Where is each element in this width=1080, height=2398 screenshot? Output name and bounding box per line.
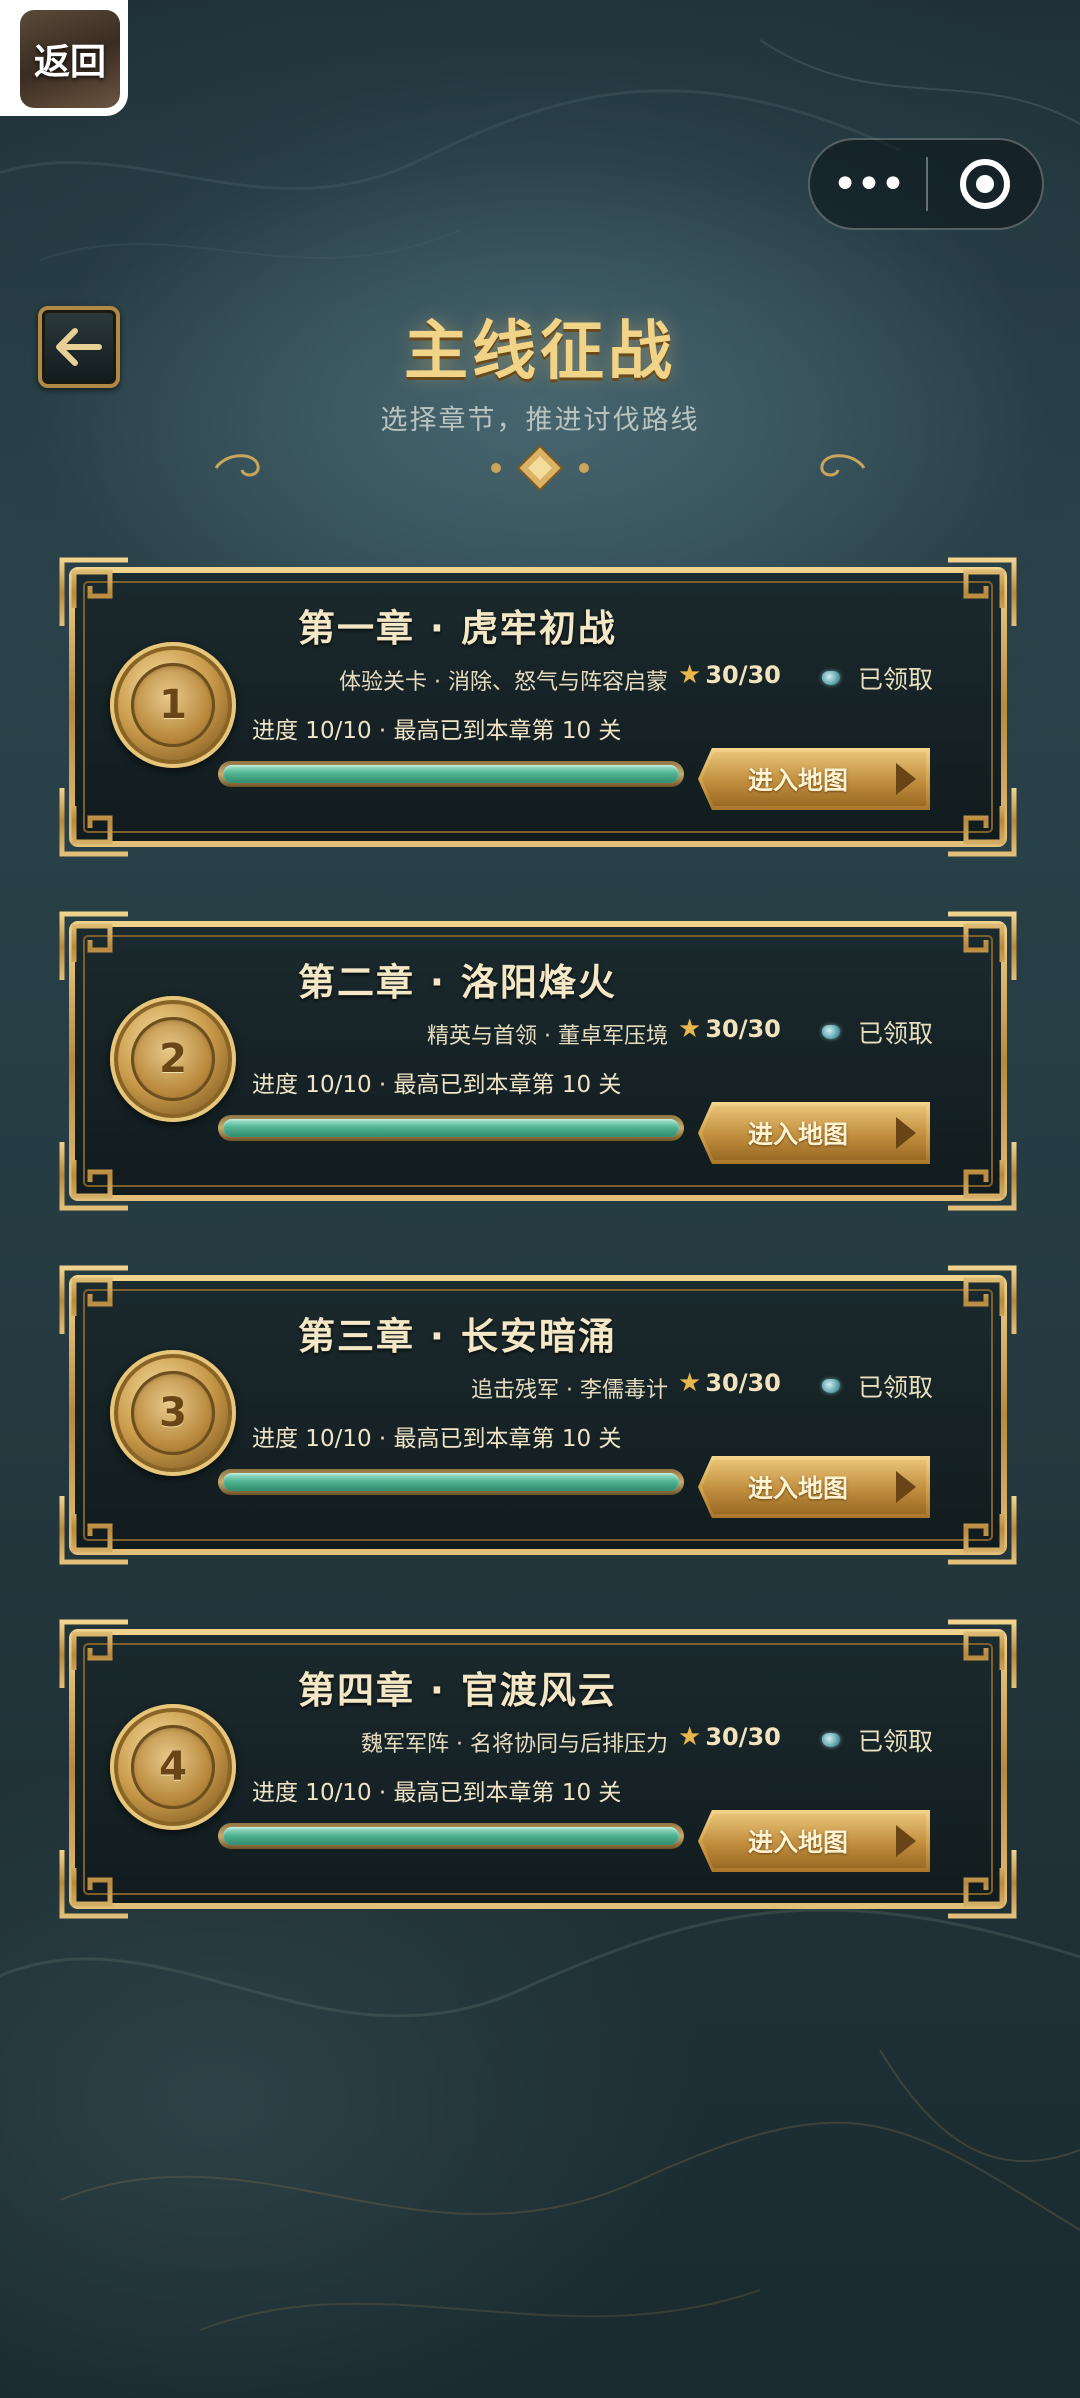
enter-map-button[interactable]: 进入地图 bbox=[698, 748, 930, 810]
chapter-description: 魏军军阵 · 名将协同与后排压力 bbox=[361, 1732, 668, 1757]
stars-count: 30/30 bbox=[705, 1369, 781, 1397]
enter-map-label: 进入地图 bbox=[748, 766, 849, 795]
progress-bar bbox=[218, 1115, 684, 1141]
page-subtitle: 选择章节，推进讨伐路线 bbox=[380, 405, 700, 436]
chapter-progress-text: 进度 10/10 · 最高已到本章第 10 关 bbox=[252, 1426, 622, 1452]
chapter-medal: 1 bbox=[110, 642, 236, 768]
stars-count: 30/30 bbox=[705, 1015, 781, 1043]
star-icon: ★ bbox=[678, 1722, 702, 1752]
chapter-title: 第三章 · 长安暗涌 bbox=[298, 1315, 617, 1358]
chapter-card-4[interactable]: 4 第四章 · 官渡风云 魏军军阵 · 名将协同与后排压力 ★ 30/30 已领取… bbox=[58, 1618, 1018, 1920]
enter-map-label: 进入地图 bbox=[748, 1474, 849, 1503]
progress-bar-fill bbox=[223, 1119, 679, 1137]
chapter-card-2[interactable]: 2 第二章 · 洛阳烽火 精英与首领 · 董卓军压境 ★ 30/30 已领取 进度… bbox=[58, 910, 1018, 1212]
enter-map-button[interactable]: 进入地图 bbox=[698, 1456, 930, 1518]
reward-status-label: 已领取 bbox=[858, 1373, 934, 1402]
chapter-number: 2 bbox=[131, 1017, 215, 1101]
chevron-right-icon bbox=[896, 763, 916, 795]
chapter-title: 第二章 · 洛阳烽火 bbox=[298, 961, 617, 1004]
reward-status: 已领取 bbox=[822, 1014, 933, 1050]
more-dots-icon[interactable]: ••• bbox=[810, 140, 926, 228]
reward-status: 已领取 bbox=[822, 1722, 933, 1758]
chapter-number: 4 bbox=[131, 1725, 215, 1809]
ornament-divider bbox=[214, 444, 866, 492]
progress-bar bbox=[218, 1823, 684, 1849]
progress-bar bbox=[218, 1469, 684, 1495]
progress-bar-fill bbox=[223, 1827, 679, 1845]
chapter-description: 追击残军 · 李儒毒计 bbox=[471, 1378, 668, 1403]
chapter-title: 第四章 · 官渡风云 bbox=[298, 1669, 617, 1712]
gem-icon bbox=[822, 1379, 840, 1393]
chapter-stars: ★ 30/30 bbox=[678, 1368, 781, 1398]
star-icon: ★ bbox=[678, 660, 702, 690]
reward-status-label: 已领取 bbox=[858, 1727, 934, 1756]
chapter-card-1[interactable]: 1 第一章 · 虎牢初战 体验关卡 · 消除、怒气与阵容启蒙 ★ 30/30 已领… bbox=[58, 556, 1018, 858]
chapter-stars: ★ 30/30 bbox=[678, 660, 781, 690]
chapter-card-3[interactable]: 3 第三章 · 长安暗涌 追击残军 · 李儒毒计 ★ 30/30 已领取 进度 1… bbox=[58, 1264, 1018, 1566]
miniprogram-capsule: ••• bbox=[808, 138, 1044, 230]
chapter-progress-text: 进度 10/10 · 最高已到本章第 10 关 bbox=[252, 1072, 622, 1098]
stars-count: 30/30 bbox=[705, 661, 781, 689]
reward-status-label: 已领取 bbox=[858, 665, 934, 694]
reward-status: 已领取 bbox=[822, 660, 933, 696]
chapter-title: 第一章 · 虎牢初战 bbox=[298, 607, 617, 650]
enter-map-label: 进入地图 bbox=[748, 1828, 849, 1857]
gem-icon bbox=[822, 1733, 840, 1747]
stars-count: 30/30 bbox=[705, 1723, 781, 1751]
chapter-progress-text: 进度 10/10 · 最高已到本章第 10 关 bbox=[252, 1780, 622, 1806]
enter-map-label: 进入地图 bbox=[748, 1120, 849, 1149]
star-icon: ★ bbox=[678, 1368, 702, 1398]
chapter-stars: ★ 30/30 bbox=[678, 1722, 781, 1752]
star-icon: ★ bbox=[678, 1014, 702, 1044]
progress-bar-fill bbox=[223, 1473, 679, 1491]
chapter-medal: 3 bbox=[110, 1350, 236, 1476]
enter-map-button[interactable]: 进入地图 bbox=[698, 1102, 930, 1164]
wechat-back-thumbnail: 返回 bbox=[20, 10, 120, 108]
page-title: 主线征战 bbox=[404, 315, 676, 389]
chapter-number: 3 bbox=[131, 1371, 215, 1455]
chapter-description: 体验关卡 · 消除、怒气与阵容启蒙 bbox=[339, 670, 668, 695]
chapter-medal: 4 bbox=[110, 1704, 236, 1830]
progress-bar bbox=[218, 761, 684, 787]
reward-status: 已领取 bbox=[822, 1368, 933, 1404]
gem-icon bbox=[822, 1025, 840, 1039]
gem-icon bbox=[822, 671, 840, 685]
chevron-right-icon bbox=[896, 1471, 916, 1503]
chapter-number: 1 bbox=[131, 663, 215, 747]
enter-map-button[interactable]: 进入地图 bbox=[698, 1810, 930, 1872]
chapter-stars: ★ 30/30 bbox=[678, 1014, 781, 1044]
chapter-description: 精英与首领 · 董卓军压境 bbox=[427, 1024, 668, 1049]
chevron-right-icon bbox=[896, 1117, 916, 1149]
chapter-medal: 2 bbox=[110, 996, 236, 1122]
chevron-right-icon bbox=[896, 1825, 916, 1857]
progress-bar-fill bbox=[223, 765, 679, 783]
chapter-progress-text: 进度 10/10 · 最高已到本章第 10 关 bbox=[252, 718, 622, 744]
wechat-back-label: 返回 bbox=[33, 42, 106, 83]
miniprogram-close-icon[interactable] bbox=[928, 159, 1042, 209]
reward-status-label: 已领取 bbox=[858, 1019, 934, 1048]
wechat-back-button[interactable]: 返回 bbox=[0, 0, 128, 116]
